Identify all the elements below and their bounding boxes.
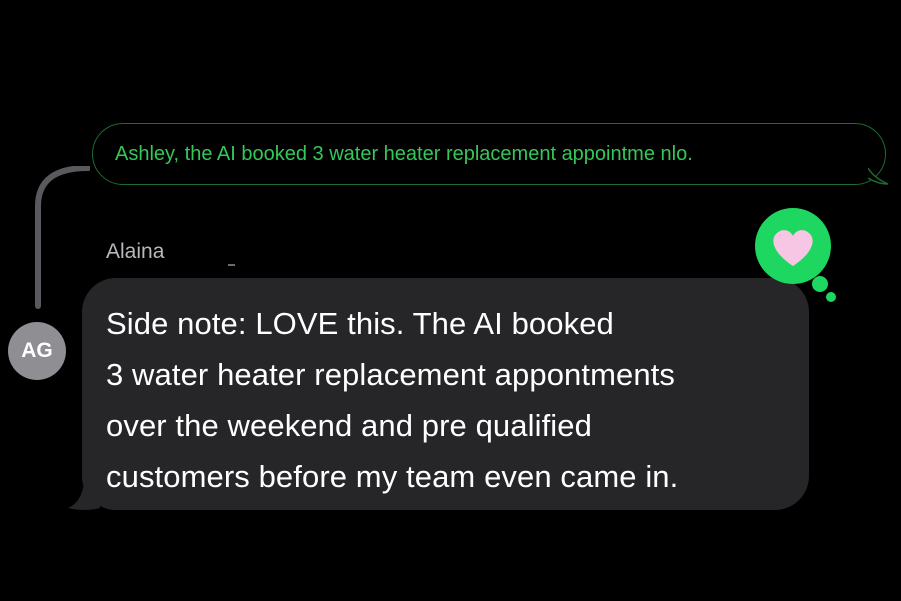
message-line: over the weekend and pre qualified: [106, 408, 592, 443]
divider-mark: [228, 264, 235, 266]
quoted-bubble-tail: [868, 167, 889, 185]
message-thread: Ashley, the AI booked 3 water heater rep…: [0, 0, 901, 601]
message-line: 3 water heater replacement appontments: [106, 357, 676, 392]
avatar[interactable]: AG: [8, 322, 66, 380]
heart-reaction[interactable]: [754, 208, 840, 304]
quoted-message-text: Ashley, the AI booked 3 water heater rep…: [115, 142, 693, 165]
message-bubble[interactable]: Side note: LOVE this. The AI booked 3 wa…: [82, 278, 809, 510]
reply-connector-line: [35, 166, 90, 309]
quoted-message-bubble[interactable]: Ashley, the AI booked 3 water heater rep…: [92, 123, 886, 185]
message-line: Side note: LOVE this. The AI booked: [106, 306, 614, 341]
avatar-initials: AG: [21, 339, 53, 362]
message-text: Side note: LOVE this. The AI booked 3 wa…: [106, 298, 789, 502]
sender-name: Alaina: [106, 240, 165, 263]
message-line: customers before my team even came in.: [106, 459, 679, 494]
